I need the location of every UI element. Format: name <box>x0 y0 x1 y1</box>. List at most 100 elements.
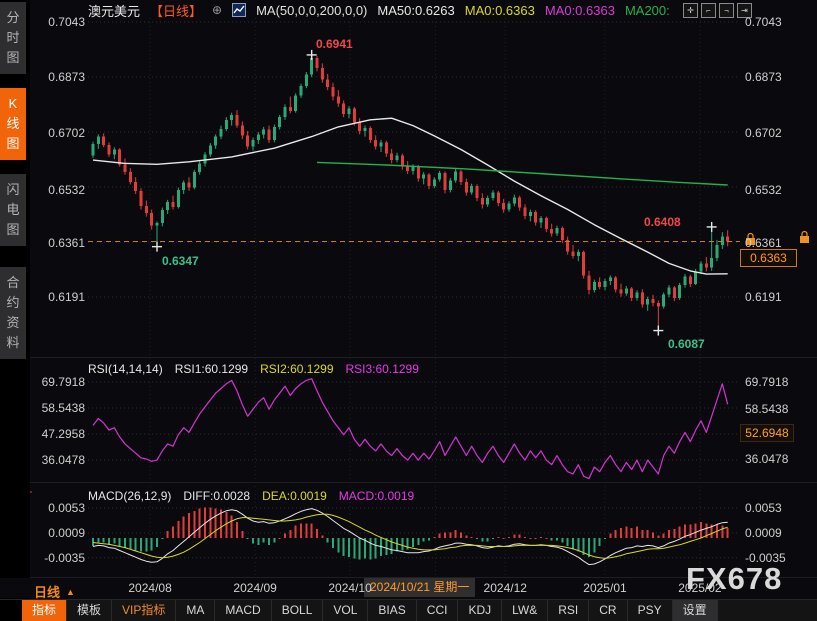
add-compare-icon[interactable]: ⊕ <box>212 3 222 17</box>
candle-body <box>363 128 366 131</box>
candle-body <box>187 183 190 188</box>
macd-bar <box>183 516 185 538</box>
pan-icon[interactable]: ✛ <box>683 3 698 18</box>
candle-body <box>369 128 372 140</box>
macd-bar <box>572 538 574 549</box>
toolbar-item-PSY[interactable]: PSY <box>628 600 673 621</box>
candle-body <box>545 218 548 229</box>
macd-bar <box>273 538 275 543</box>
price-label-left: 0.6873 <box>37 70 85 84</box>
candle-body <box>497 192 500 203</box>
dea-value: DEA:0.0019 <box>262 489 327 503</box>
macd-bar <box>236 522 238 538</box>
toolbar-item-RSI[interactable]: RSI <box>548 600 589 621</box>
toolbar-item-VIP指标[interactable]: VIP指标 <box>112 600 176 621</box>
selected-date-box: 2024/10/21 星期一 <box>364 578 475 597</box>
candle-body <box>603 281 606 287</box>
macd-bar <box>92 538 94 546</box>
macd-bar <box>529 538 531 539</box>
axis-right-icon[interactable]: ¬ <box>719 3 734 18</box>
rsi-line <box>93 379 728 479</box>
candle-body <box>342 104 345 114</box>
macd-bar <box>337 538 339 553</box>
macd-bar <box>673 529 675 538</box>
macd-bar <box>199 509 201 538</box>
toolbar-item-设置[interactable]: 设置 <box>673 600 718 621</box>
sidebar-tab-3[interactable]: 闪电图 <box>0 174 26 246</box>
candle-body <box>481 198 484 204</box>
toolbar-item-模板[interactable]: 模板 <box>67 600 112 621</box>
sidebar-tab-1[interactable]: 分时图 <box>0 2 26 74</box>
macd-bar <box>513 535 515 538</box>
price-label-left: 0.6191 <box>37 290 85 304</box>
candle-body <box>427 175 430 186</box>
candle-body <box>555 228 558 233</box>
candle-body <box>614 277 617 289</box>
candle-body <box>155 223 158 226</box>
macd-bar <box>305 523 307 538</box>
macd-bar <box>412 538 414 547</box>
candle-body <box>539 218 542 222</box>
macd-bar <box>535 538 537 539</box>
macd-bar <box>257 538 259 545</box>
toolbar-item-LW&[interactable]: LW& <box>502 600 548 621</box>
macd-bar <box>103 538 105 543</box>
macd-label-left: 0.0009 <box>37 526 85 540</box>
candle-body <box>139 191 142 206</box>
candle-body <box>177 190 180 207</box>
macd-bar <box>417 538 419 545</box>
rsi-label-right: 58.5438 <box>745 402 788 416</box>
macd-bar <box>316 529 318 538</box>
date-tick: 2024/10 <box>328 581 371 595</box>
candle-body <box>113 149 116 154</box>
toolbar-item-指标[interactable]: 指标 <box>22 600 67 621</box>
macd-bar <box>503 538 505 539</box>
macd-bar <box>727 528 729 538</box>
candle-body <box>257 134 260 139</box>
candle-body <box>166 202 169 210</box>
macd-bar <box>631 528 633 538</box>
candle-body <box>214 137 217 146</box>
sidebar-tab-2[interactable]: K线图 <box>0 88 26 160</box>
toolbar-item-BIAS[interactable]: BIAS <box>368 600 416 621</box>
ma0-value-2: MA0:0.6363 <box>545 3 615 18</box>
macd-bar <box>641 530 643 538</box>
macd-bar <box>209 507 211 538</box>
candle-body <box>465 182 468 193</box>
axis-left-icon[interactable]: ⌐ <box>701 3 716 18</box>
macd-bar <box>540 537 542 538</box>
period-label[interactable]: 【日线】 <box>150 1 202 20</box>
candle-body <box>235 115 238 126</box>
rsi-label-right: 36.0478 <box>745 452 788 466</box>
candle-body <box>657 303 660 306</box>
candle-body <box>433 180 436 186</box>
macd-bar <box>375 538 377 558</box>
candle-body <box>449 180 452 190</box>
candle-body <box>486 198 489 204</box>
macd-bar <box>428 538 430 540</box>
macd-bar <box>497 537 499 538</box>
candle-body <box>683 276 686 285</box>
macd-bar <box>593 538 595 553</box>
candle-body <box>347 109 350 114</box>
macd-bar <box>524 537 526 538</box>
toolbar-item-KDJ[interactable]: KDJ <box>458 600 502 621</box>
macd-bar <box>369 538 371 560</box>
sidebar-tab-4[interactable]: 合约资料 <box>0 267 26 359</box>
macd-bar <box>471 537 473 538</box>
macd-bar <box>332 538 334 548</box>
candle-body <box>635 292 638 297</box>
price-alert-lock-icon[interactable] <box>800 232 809 244</box>
toolbar-item-VOL[interactable]: VOL <box>323 600 368 621</box>
toolbar-item-BOLL[interactable]: BOLL <box>272 600 324 621</box>
macd-bar <box>508 537 510 538</box>
price-label-left: 0.6361 <box>37 236 85 250</box>
toolbar-item-CR[interactable]: CR <box>589 600 627 621</box>
toolbar-item-CCI[interactable]: CCI <box>417 600 459 621</box>
chart-canvas[interactable] <box>0 0 817 621</box>
candle-body <box>667 288 670 295</box>
candle-body <box>193 172 196 187</box>
toolbar-item-MACD[interactable]: MACD <box>215 600 271 621</box>
toolbar-item-MA[interactable]: MA <box>176 600 215 621</box>
price-label-right: 0.6532 <box>745 183 782 197</box>
